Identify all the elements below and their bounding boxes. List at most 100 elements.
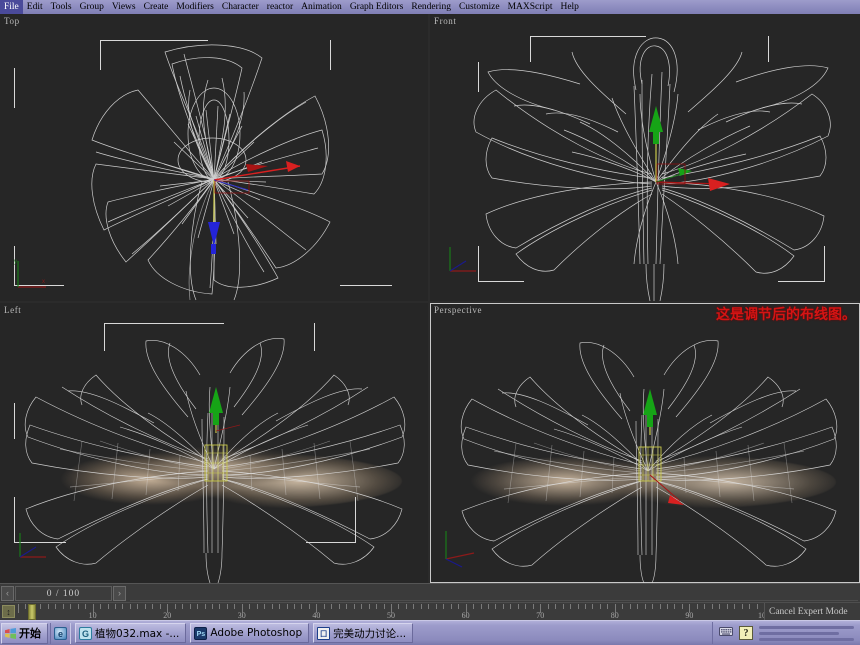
- ruler-tick: [137, 604, 139, 609]
- ruler-tick: [607, 604, 609, 609]
- menu-item-customize[interactable]: Customize: [455, 0, 504, 14]
- ruler-tick: [525, 604, 527, 609]
- start-button[interactable]: 开始: [1, 622, 48, 644]
- taskbar-item-max-label: 植物032.max -...: [95, 627, 180, 640]
- next-frame-button[interactable]: ›: [113, 586, 126, 601]
- menu-item-animation[interactable]: Animation: [297, 0, 346, 14]
- ruler-tick: [286, 604, 288, 609]
- windows-taskbar: 开始 e G 植物032.max -... Ps Adobe Photoshop…: [0, 620, 860, 645]
- ruler-label: 30: [237, 611, 246, 620]
- ruler-tick: [114, 604, 116, 609]
- ruler-tick: [129, 604, 131, 609]
- ruler-tick: [40, 604, 42, 609]
- menu-item-file[interactable]: File: [0, 0, 23, 14]
- menu-item-graph-editors[interactable]: Graph Editors: [346, 0, 408, 14]
- ruler-tick: [473, 604, 475, 609]
- menu-item-modifiers[interactable]: Modifiers: [172, 0, 217, 14]
- ruler-tick: [405, 604, 407, 609]
- ruler-label: 90: [685, 611, 694, 620]
- ruler-tick: [47, 604, 49, 609]
- cancel-expert-mode-button[interactable]: Cancel Expert Mode: [764, 603, 860, 620]
- ruler-label: 60: [461, 611, 470, 620]
- transform-gizmo-top[interactable]: [0, 14, 428, 301]
- menu-item-create[interactable]: Create: [140, 0, 173, 14]
- ruler-tick: [592, 604, 594, 609]
- ruler-tick: [726, 604, 728, 609]
- viewport-front[interactable]: Front: [430, 14, 860, 301]
- frame-ruler[interactable]: 102030405060708090100: [18, 603, 770, 620]
- ruler-label: 20: [163, 611, 172, 620]
- viewport-left[interactable]: Left: [0, 303, 428, 583]
- ruler-tick: [353, 604, 355, 609]
- ruler-tick: [495, 604, 497, 609]
- ruler-tick: [734, 604, 736, 609]
- ruler-tick: [107, 604, 109, 609]
- ruler-tick: [323, 604, 325, 609]
- transform-gizmo-left[interactable]: [0, 303, 428, 583]
- time-slider-handle[interactable]: [28, 604, 36, 620]
- ruler-tick: [234, 604, 236, 609]
- ruler-tick: [18, 604, 19, 613]
- ruler-tick: [226, 604, 228, 609]
- transform-gizmo-front[interactable]: [430, 14, 860, 301]
- viewport-top[interactable]: Top x y: [0, 14, 428, 301]
- tray-progress-lines: [759, 625, 854, 641]
- ruler-tick: [279, 604, 281, 609]
- menu-item-rendering[interactable]: Rendering: [407, 0, 455, 14]
- menu-item-group[interactable]: Group: [76, 0, 108, 14]
- ruler-label: 80: [610, 611, 619, 620]
- ruler-tick: [294, 604, 296, 609]
- ruler-tick: [159, 604, 161, 609]
- frame-counter-field[interactable]: 0 / 100: [15, 586, 112, 601]
- ruler-tick: [458, 604, 460, 609]
- ruler-tick: [256, 604, 258, 609]
- ruler-tick: [599, 604, 601, 609]
- time-slider-track[interactable]: [130, 586, 858, 601]
- axis-tripod-front: [449, 247, 476, 272]
- 3dsmax-window: File Edit Tools Group Views Create Modifiers Ch…: [0, 0, 860, 645]
- help-icon[interactable]: ?: [739, 626, 753, 640]
- ruler-tick: [70, 604, 72, 609]
- ruler-tick: [211, 604, 213, 609]
- viewport-perspective[interactable]: Perspective: [430, 303, 860, 583]
- ruler-tick: [249, 604, 251, 609]
- ruler-tick: [652, 604, 654, 609]
- viewport-grid: Top x y Front Left Perspective 这是调节后的布线图…: [0, 14, 860, 583]
- ruler-tick: [487, 604, 489, 609]
- menu-item-views[interactable]: Views: [108, 0, 140, 14]
- prev-frame-button[interactable]: ‹: [1, 586, 14, 601]
- menu-item-maxscript[interactable]: MAXScript: [504, 0, 557, 14]
- ruler-label: 70: [536, 611, 545, 620]
- menu-item-reactor[interactable]: reactor: [263, 0, 297, 14]
- ruler-tick: [301, 604, 303, 609]
- taskbar-item-forum[interactable]: ⼞ 完美动力讨论...: [313, 623, 414, 643]
- ruler-tick: [435, 604, 437, 609]
- menu-item-tools[interactable]: Tools: [47, 0, 76, 14]
- ruler-tick: [197, 604, 199, 609]
- menu-item-edit[interactable]: Edit: [23, 0, 47, 14]
- ruler-tick: [62, 604, 64, 609]
- internet-explorer-icon[interactable]: e: [54, 626, 67, 640]
- keyboard-icon[interactable]: [719, 624, 733, 642]
- axis-tripod-top: x y: [14, 259, 46, 288]
- menu-bar: File Edit Tools Group Views Create Modifiers Ch…: [0, 0, 860, 14]
- ruler-tick: [711, 604, 713, 609]
- ruler-tick: [741, 604, 743, 609]
- ruler-tick: [413, 604, 415, 609]
- ruler-tick: [77, 604, 79, 609]
- key-mode-toggle[interactable]: ↕: [2, 605, 15, 618]
- ruler-tick: [659, 604, 661, 609]
- taskbar-item-forum-label: 完美动力讨论...: [333, 627, 407, 640]
- taskbar-item-photoshop-label: Adobe Photoshop: [210, 627, 303, 639]
- ruler-tick: [144, 604, 146, 609]
- transform-gizmo-perspective[interactable]: [430, 303, 860, 583]
- ruler-tick: [629, 604, 631, 609]
- ruler-tick: [189, 604, 191, 609]
- menu-item-character[interactable]: Character: [218, 0, 263, 14]
- start-button-label: 开始: [19, 627, 41, 640]
- ruler-tick: [271, 604, 273, 609]
- menu-item-help[interactable]: Help: [556, 0, 582, 14]
- ruler-tick: [264, 604, 266, 609]
- taskbar-item-photoshop[interactable]: Ps Adobe Photoshop: [190, 623, 310, 643]
- taskbar-item-max[interactable]: G 植物032.max -...: [75, 623, 187, 643]
